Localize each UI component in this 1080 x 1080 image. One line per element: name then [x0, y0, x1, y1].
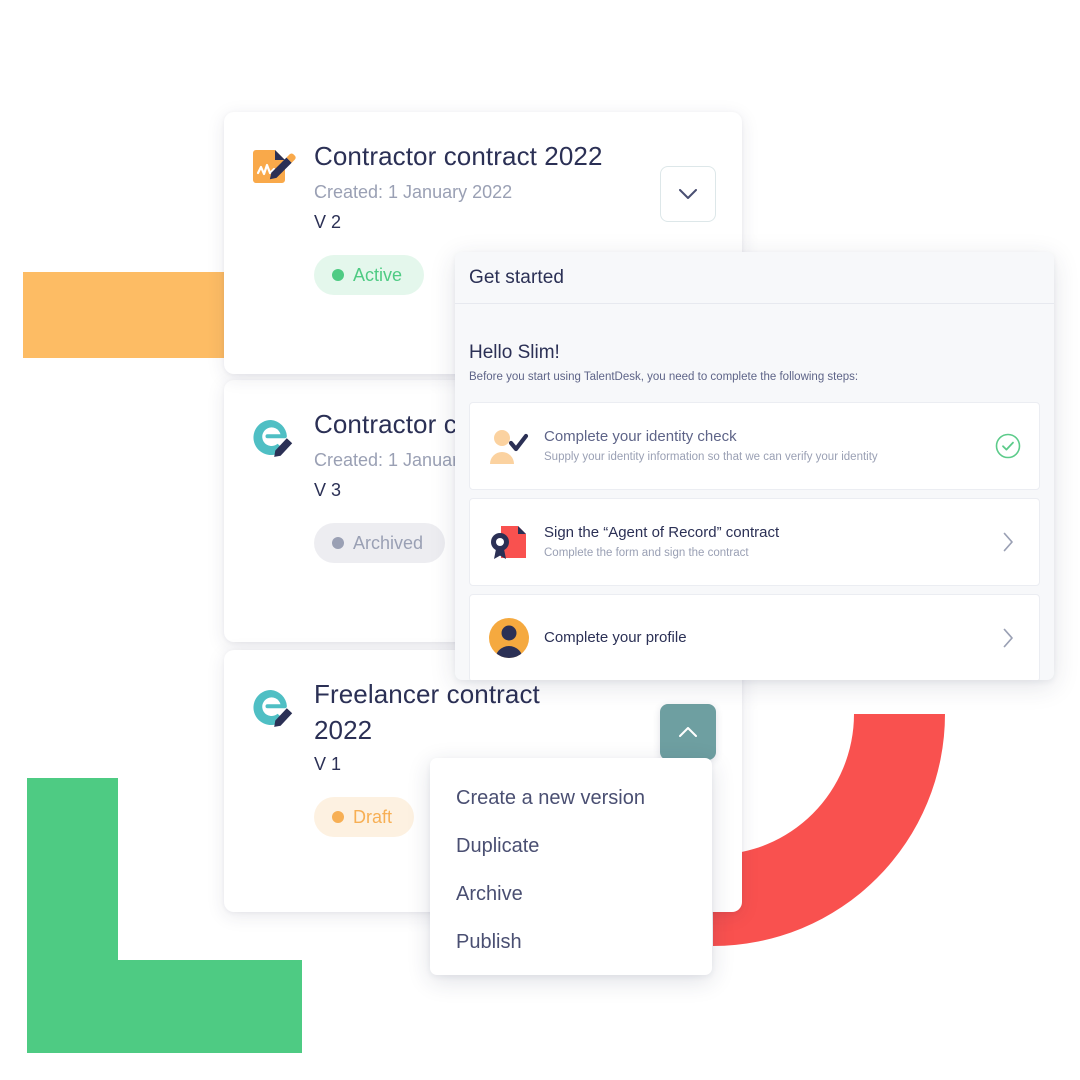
status-dot-icon	[332, 811, 344, 823]
onboarding-step-agent-of-record[interactable]: Sign the “Agent of Record” contract Comp…	[469, 498, 1040, 586]
card-title: Freelancer contract 2022	[314, 679, 540, 745]
chevron-down-icon	[679, 188, 697, 200]
status-label: Archived	[353, 533, 424, 553]
chevron-right-icon[interactable]	[993, 628, 1023, 648]
card-collapse-toggle-button[interactable]	[660, 704, 716, 760]
decorative-red-arc	[713, 714, 945, 946]
greeting-subtitle: Before you start using TalentDesk, you n…	[469, 371, 859, 383]
status-label: Active	[353, 265, 403, 285]
chevron-up-icon	[679, 726, 697, 738]
certificate-document-icon	[486, 519, 532, 565]
person-check-icon	[486, 423, 532, 469]
step-description: Complete the form and sign the contract	[544, 547, 749, 559]
status-badge: Archived	[314, 523, 446, 563]
step-title: Complete your profile	[544, 629, 687, 646]
onboarding-steps-list: Complete your identity check Supply your…	[469, 402, 1040, 680]
card-title: Contractor contract 2022	[314, 141, 603, 171]
greeting-text: Hello Slim!	[469, 342, 560, 363]
step-description: Supply your identity information so that…	[544, 451, 878, 463]
card-version: V 2	[314, 212, 342, 232]
esign-logo-icon	[250, 686, 296, 732]
decorative-orange-rectangle	[23, 272, 224, 358]
card-expand-toggle-button[interactable]	[660, 166, 716, 222]
status-label: Draft	[353, 807, 393, 827]
status-dot-icon	[332, 537, 344, 549]
signed-document-icon	[250, 148, 296, 194]
onboarding-step-identity-check[interactable]: Complete your identity check Supply your…	[469, 402, 1040, 490]
page-root: Contractor contract 2022 Created: 1 Janu…	[0, 0, 1080, 1080]
status-dot-icon	[332, 269, 344, 281]
contract-actions-dropdown: Create a new version Duplicate Archive P…	[430, 758, 712, 975]
get-started-title: Get started	[469, 266, 565, 288]
esign-logo-icon	[250, 416, 296, 462]
status-badge: Active	[314, 255, 425, 295]
menu-item-duplicate[interactable]: Duplicate	[430, 822, 712, 870]
menu-item-publish[interactable]: Publish	[430, 918, 712, 966]
status-badge: Draft	[314, 797, 415, 837]
menu-item-create-new-version[interactable]: Create a new version	[430, 774, 712, 822]
avatar-profile-icon	[486, 615, 532, 661]
card-created-date: Created: 1 January 2022	[314, 182, 513, 202]
onboarding-step-complete-profile[interactable]: Complete your profile	[469, 594, 1040, 680]
chevron-right-icon[interactable]	[993, 532, 1023, 552]
get-started-content: Hello Slim! Before you start using Talen…	[455, 304, 1054, 680]
step-title: Sign the “Agent of Record” contract	[544, 524, 780, 541]
menu-item-archive[interactable]: Archive	[430, 870, 712, 918]
check-circle-icon	[993, 433, 1023, 459]
step-title: Complete your identity check	[544, 428, 737, 445]
get-started-header: Get started	[455, 252, 1054, 304]
get-started-panel: Get started Hello Slim! Before you start…	[455, 252, 1054, 680]
